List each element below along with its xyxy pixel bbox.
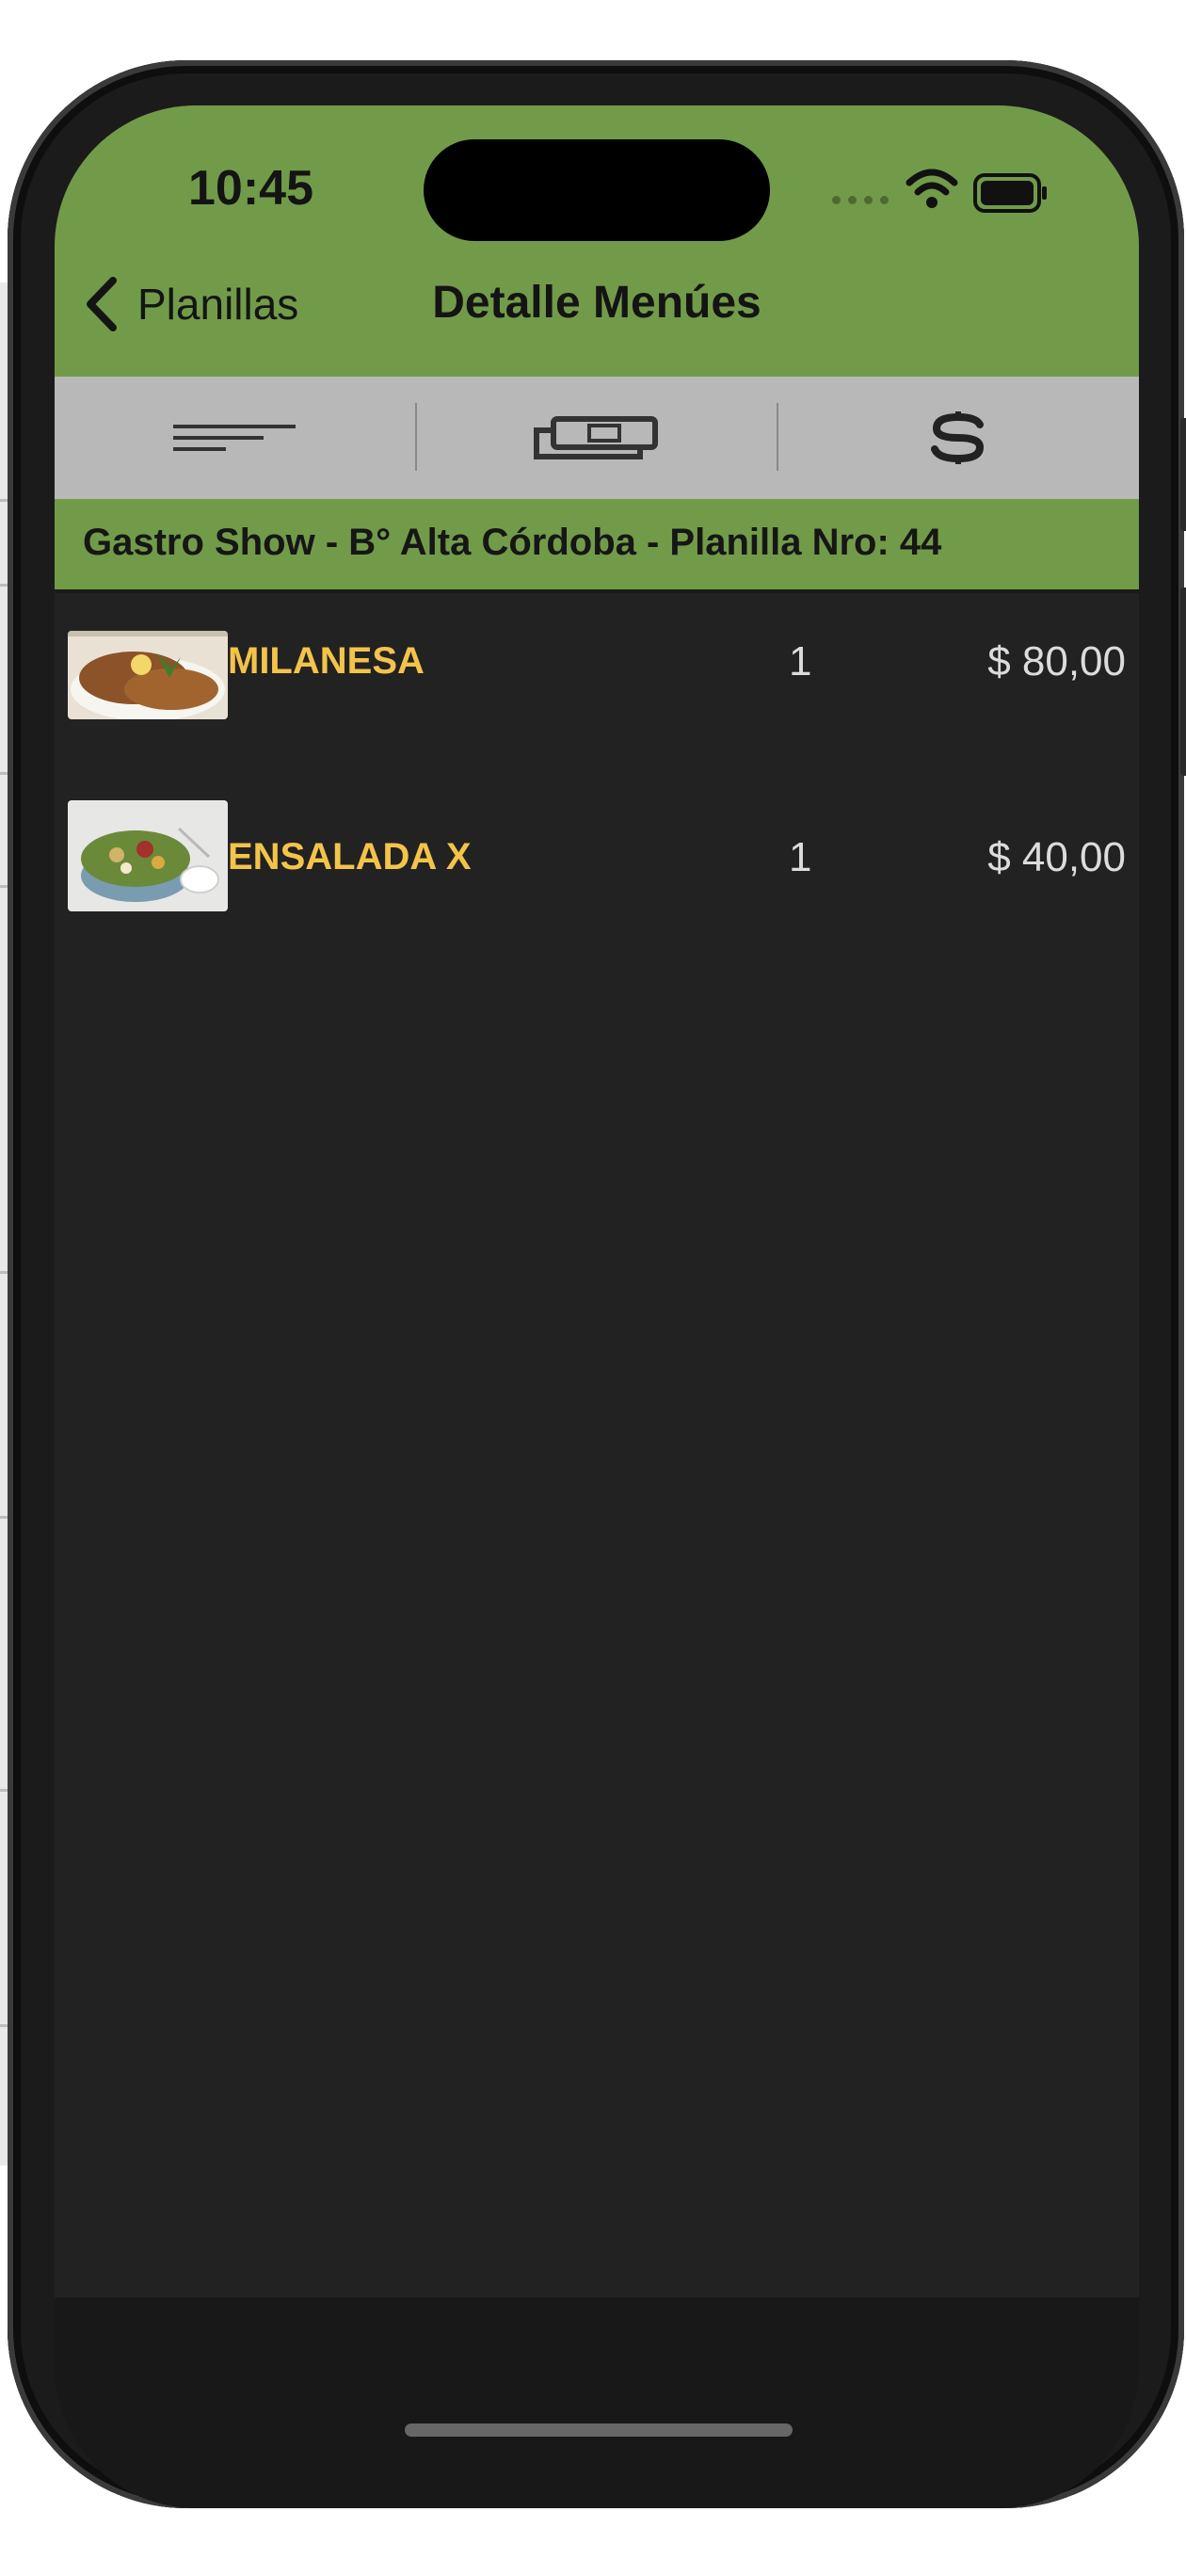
planilla-info-text: Gastro Show - B° Alta Córdoba - Planilla…: [83, 522, 942, 563]
wifi-icon: [906, 169, 958, 208]
list-item[interactable]: ENSALADA X 1 $ 40,00: [55, 800, 1139, 923]
toolbar: [55, 377, 1139, 499]
money-bills-icon: [534, 416, 658, 459]
battery-icon: [973, 173, 1047, 213]
menu-item-price: $ 80,00: [987, 638, 1126, 684]
menu-item-name: ENSALADA X: [228, 836, 472, 877]
dollar-sign-icon: [931, 411, 985, 464]
menu-item-quantity: 1: [789, 834, 812, 880]
menu-item-quantity: 1: [789, 638, 812, 684]
app-screen: 10:45 Planillas Detalle Menúes Gastro Sh…: [55, 105, 1139, 2508]
home-indicator[interactable]: [405, 2423, 793, 2437]
status-time: 10:45: [188, 161, 313, 216]
page-title: Detalle Menúes: [432, 278, 761, 328]
milanesa-photo: [68, 631, 228, 719]
sort-button[interactable]: [55, 377, 416, 499]
side-button: [1180, 418, 1186, 531]
menu-item-name: MILANESA: [228, 640, 425, 682]
sort-lines-icon: [173, 425, 296, 451]
list-item[interactable]: MILANESA 1 $ 80,00: [55, 621, 1139, 744]
price-button[interactable]: [777, 377, 1139, 499]
bills-button[interactable]: [416, 377, 777, 499]
menu-item-price: $ 40,00: [987, 834, 1126, 880]
salad-photo: [68, 800, 228, 911]
side-button: [1180, 588, 1186, 776]
cellular-signal-icon: [832, 196, 889, 204]
planilla-info-bar: Gastro Show - B° Alta Córdoba - Planilla…: [55, 499, 1139, 593]
bottom-bar: [55, 2297, 1139, 2508]
dynamic-island: [424, 139, 770, 241]
navigation-header: 10:45 Planillas Detalle Menúes: [55, 105, 1139, 377]
